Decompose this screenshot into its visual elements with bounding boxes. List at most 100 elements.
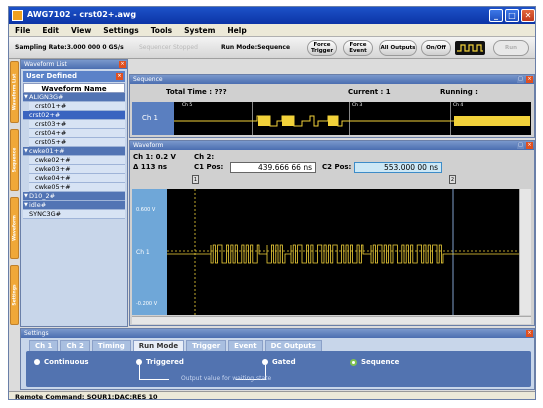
- c2-pos-field[interactable]: 553.000 00 ns: [354, 162, 442, 173]
- horizontal-scrollbar[interactable]: [132, 316, 531, 324]
- waveform-row[interactable]: crst04+#: [29, 129, 125, 138]
- waiting-state-note: Output value for waiting state: [181, 375, 272, 382]
- tab-timing[interactable]: Timing: [91, 340, 131, 351]
- waveform-name: cwke04+#: [35, 174, 71, 182]
- radio-triggered[interactable]: Triggered: [136, 358, 184, 366]
- minimize-button[interactable]: _: [489, 9, 503, 22]
- force-trigger-button[interactable]: Force Trigger: [307, 40, 337, 56]
- expand-arrow-icon[interactable]: ▼: [24, 201, 28, 210]
- menu-settings[interactable]: Settings: [97, 24, 144, 36]
- expand-arrow-icon[interactable]: ▼: [24, 192, 28, 201]
- waveform-rows: ▼ ALIGN3G# crst01+# crst02+# crst03+# crst04+…: [21, 93, 127, 219]
- vertical-scrollbar[interactable]: [519, 189, 531, 315]
- waveform-list-header: Waveform List ×: [21, 60, 127, 69]
- sequence-track[interactable]: Ch 1 Ch 5 Ch 3 Ch 4: [132, 102, 531, 135]
- tab-run-mode[interactable]: Run Mode: [132, 340, 185, 351]
- menu-tools[interactable]: Tools: [145, 24, 178, 36]
- side-tab-waveform-list[interactable]: Waveform List: [10, 61, 19, 123]
- radio-gated[interactable]: Gated: [262, 358, 296, 366]
- plot-axis: 0.600 V Ch 1 -0.200 V: [132, 189, 167, 315]
- tab-trigger[interactable]: Trigger: [186, 340, 227, 351]
- waveform-row[interactable]: cwke02+#: [29, 156, 125, 165]
- settings-panel: Settings × Ch 1 Ch 2 Timing Run Mode Trigger E…: [20, 328, 535, 390]
- waveform-row[interactable]: crst02+#: [23, 111, 125, 120]
- waveform-name: cwke05+#: [35, 183, 71, 191]
- waveform-name: idle#: [29, 201, 47, 209]
- plot-channel-label: Ch 1: [136, 249, 150, 256]
- waveform-name: ALIGN3G#: [29, 93, 64, 101]
- tab-dc-outputs[interactable]: DC Outputs: [264, 340, 322, 351]
- waveform-plot[interactable]: [167, 189, 519, 315]
- ch1-scale: Ch 1: 0.2 V: [133, 153, 176, 161]
- menu-edit[interactable]: Edit: [36, 24, 65, 36]
- waveform-row[interactable]: crst01+#: [29, 102, 125, 111]
- menu-help[interactable]: Help: [221, 24, 252, 36]
- close-icon[interactable]: ×: [119, 61, 126, 68]
- running-step: Running :: [440, 88, 478, 96]
- awg-window: AWG7102 - crst02+.awg _ □ ✕ File Edit View…: [8, 6, 536, 400]
- delta-time: Δ 113 ns: [133, 163, 168, 171]
- side-tab-sequence[interactable]: Sequence: [10, 129, 19, 191]
- tab-event[interactable]: Event: [228, 340, 263, 351]
- close-button[interactable]: ✕: [521, 9, 535, 22]
- menu-view[interactable]: View: [65, 24, 97, 36]
- tab-ch2[interactable]: Ch 2: [60, 340, 90, 351]
- waveform-name: cwke01+#: [29, 147, 65, 155]
- user-defined-tab[interactable]: User Defined ×: [23, 71, 125, 82]
- menu-system[interactable]: System: [178, 24, 221, 36]
- c1-pos-field[interactable]: 439.666 66 ns: [230, 162, 316, 173]
- waveform-row[interactable]: cwke04+#: [29, 174, 125, 183]
- maximize-button[interactable]: □: [505, 9, 519, 22]
- waveform-row[interactable]: ▼ ALIGN3G#: [23, 93, 125, 102]
- waveform-panel: Waveform □ × Ch 1: 0.2 V Δ 113 ns Ch 2: C1…: [129, 140, 535, 326]
- waveform-name: crst01+#: [35, 102, 67, 110]
- close-icon[interactable]: ×: [526, 330, 533, 337]
- waveform-row[interactable]: ▼ cwke01+#: [23, 147, 125, 156]
- run-button[interactable]: Run: [493, 40, 529, 56]
- waveform-row[interactable]: cwke03+#: [29, 165, 125, 174]
- waveform-row[interactable]: crst05+#: [29, 138, 125, 147]
- run-mode-status: Run Mode:Sequence: [221, 44, 291, 51]
- waveform-logo-icon: [455, 41, 485, 55]
- run-mode-body: Continuous Triggered Gated Sequence Outp…: [26, 351, 531, 387]
- window-title: AWG7102 - crst02+.awg: [27, 10, 137, 19]
- maximize-icon[interactable]: □: [517, 142, 524, 149]
- close-icon[interactable]: ×: [116, 73, 123, 80]
- waveform-name: crst04+#: [35, 129, 67, 137]
- radio-continuous[interactable]: Continuous: [34, 358, 89, 366]
- waveform-list-panel: Waveform List × User Defined × Waveform Na…: [20, 59, 128, 327]
- settings-header: Settings ×: [21, 329, 534, 338]
- waveform-row[interactable]: crst03+#: [29, 120, 125, 129]
- close-icon[interactable]: ×: [526, 76, 533, 83]
- sequencer-status: Sequencer Stopped: [139, 44, 198, 51]
- waveform-name-column[interactable]: Waveform Name: [23, 83, 125, 93]
- toolbar: Sampling Rate:3.000 000 0 GS/s Sequencer…: [9, 37, 535, 59]
- expand-arrow-icon[interactable]: ▼: [24, 147, 28, 156]
- waveform-row[interactable]: cwke05+#: [29, 183, 125, 192]
- force-event-button[interactable]: Force Event: [343, 40, 373, 56]
- sequence-trace: [174, 115, 530, 127]
- c2-pos-label: C2 Pos:: [322, 163, 352, 171]
- waveform-trace: [167, 189, 519, 315]
- waveform-row[interactable]: ▼ idle#: [23, 201, 125, 210]
- radio-sequence[interactable]: Sequence: [350, 358, 399, 366]
- side-tab-waveform[interactable]: Waveform: [10, 197, 19, 259]
- close-icon[interactable]: ×: [526, 142, 533, 149]
- expand-arrow-icon[interactable]: ▼: [24, 93, 28, 102]
- cursor1-handle[interactable]: 1: [192, 175, 199, 184]
- waveform-row[interactable]: SYNC3G#: [23, 210, 125, 219]
- side-tab-strip: Waveform List Sequence Waveform Settings: [9, 59, 19, 329]
- maximize-icon[interactable]: □: [517, 76, 524, 83]
- menu-file[interactable]: File: [9, 24, 36, 36]
- side-tab-settings[interactable]: Settings: [10, 265, 19, 325]
- current-step: Current : 1: [348, 88, 391, 96]
- all-outputs-button[interactable]: All Outputs: [379, 40, 417, 56]
- waveform-row[interactable]: ▼ D10_2#: [23, 192, 125, 201]
- tab-ch1[interactable]: Ch 1: [29, 340, 59, 351]
- on-off-button[interactable]: On/Off: [421, 40, 451, 56]
- cursor2-handle[interactable]: 2: [449, 175, 456, 184]
- sampling-rate[interactable]: Sampling Rate:3.000 000 0 GS/s: [15, 44, 124, 51]
- total-time: Total Time : ???: [166, 88, 227, 96]
- waveform-name: cwke02+#: [35, 156, 71, 164]
- waveform-header: Waveform □ ×: [130, 141, 534, 150]
